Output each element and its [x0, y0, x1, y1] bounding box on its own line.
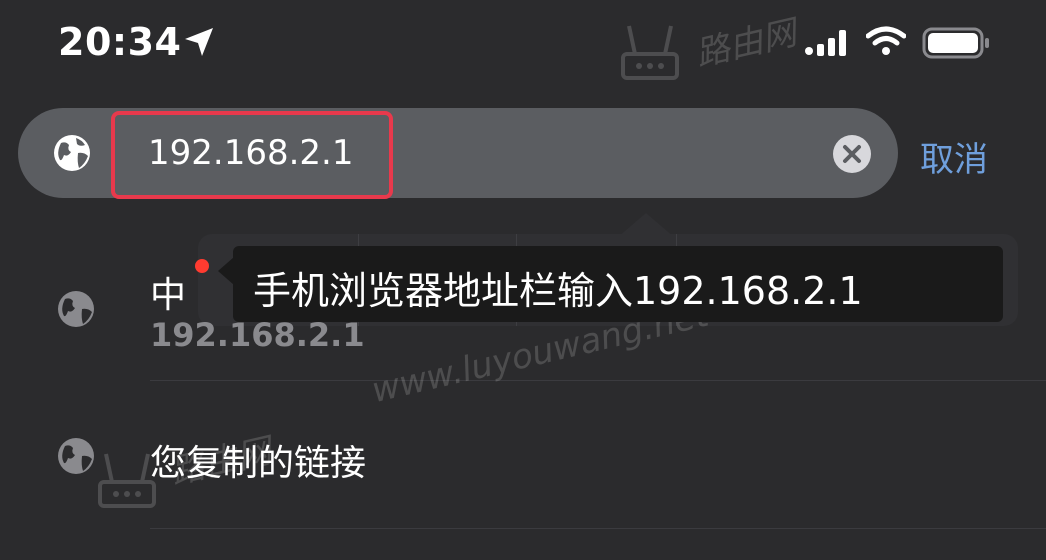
cellular-signal-icon — [805, 30, 846, 56]
suggestion-title[interactable]: 中 — [150, 266, 186, 318]
divider — [150, 528, 1046, 529]
wifi-icon — [866, 26, 906, 55]
globe-icon — [58, 291, 94, 327]
url-input[interactable]: 192.168.2.1 — [148, 133, 353, 173]
clear-icon[interactable] — [832, 134, 872, 174]
globe-icon — [58, 438, 94, 474]
tooltip-text: 手机浏览器地址栏输入192.168.2.1 — [253, 269, 863, 313]
watermark-brand: 路由网 — [691, 12, 801, 75]
battery-icon — [922, 27, 989, 59]
watermark-logo — [621, 25, 679, 80]
notification-dot — [195, 259, 209, 273]
divider — [150, 380, 1046, 381]
address-bar[interactable]: 192.168.2.1 — [18, 108, 898, 199]
status-time: 20:34 — [58, 20, 182, 64]
tooltip-notch — [218, 257, 234, 285]
cancel-button[interactable]: 取消 — [920, 132, 988, 181]
suggestion-copied-link[interactable]: 您复制的链接 — [150, 434, 366, 486]
globe-icon — [54, 135, 90, 171]
annotation-tooltip: 手机浏览器地址栏输入192.168.2.1 — [233, 246, 1003, 322]
location-arrow-icon — [185, 28, 213, 56]
